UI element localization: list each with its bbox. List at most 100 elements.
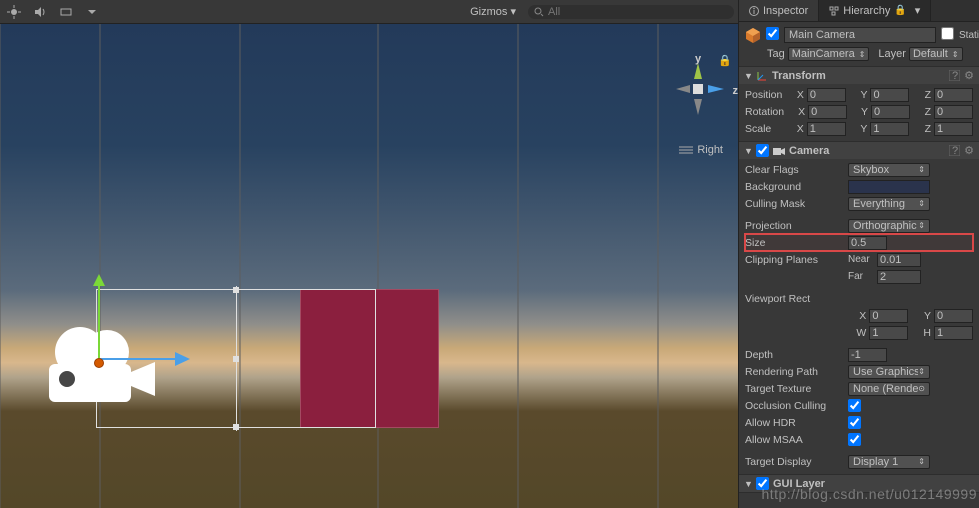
background-label: Background [745,181,845,193]
gameobject-icon[interactable] [745,27,761,43]
lock-icon[interactable]: 🔒 [718,54,732,67]
gameobject-name-input[interactable] [784,27,936,43]
gear-icon[interactable]: ⚙ [964,144,974,157]
gizmos-dropdown[interactable]: Gizmos ▾ [464,5,522,18]
guilayer-title: GUI Layer [773,478,974,490]
hdr-checkbox[interactable] [848,416,861,429]
layer-dropdown[interactable]: Default⇕ [909,47,963,61]
dropdown-arrow-icon[interactable] [82,3,102,21]
sky-background [0,24,738,508]
camera-enabled-checkbox[interactable] [756,144,769,157]
clippingplanes-label: Clipping Planes [745,254,845,266]
depth-label: Depth [745,349,845,361]
panel-menu-icon[interactable]: ▾ [915,4,921,17]
rot-x-input[interactable] [808,105,847,119]
rot-z-input[interactable] [934,105,973,119]
projection-mode-label[interactable]: Right [679,144,723,156]
targettex-label: Target Texture [745,383,845,395]
cullingmask-label: Culling Mask [745,198,845,210]
gameobject-header: Static ▾ Tag MainCamera⇕ Layer Default⇕ [739,22,979,67]
targettex-field[interactable]: None (Render Texture)⊙ [848,382,930,396]
projection-dropdown[interactable]: Orthographic⇕ [848,219,930,233]
scale-label: Scale [745,123,782,135]
scene-search[interactable] [528,5,734,19]
tag-label: Tag [745,48,785,60]
transform-component: ▼ Transform ? ⚙ Position X Y Z Rotation … [739,67,979,142]
static-checkbox[interactable] [941,27,954,43]
clearflags-dropdown[interactable]: Skybox⇕ [848,163,930,177]
far-input[interactable] [877,270,921,284]
tag-dropdown[interactable]: MainCamera⇕ [788,47,870,61]
transform-title: Transform [772,70,945,82]
gear-icon[interactable]: ⚙ [964,69,974,82]
msaa-checkbox[interactable] [848,433,861,446]
info-icon [749,6,759,16]
static-label: Static [959,30,979,41]
viewport-label: Viewport Rect [745,293,845,305]
background-color-field[interactable] [848,180,930,194]
hierarchy-icon [829,6,839,16]
audio-icon[interactable] [30,3,50,21]
viewport-y-input[interactable] [934,309,973,323]
camera-component: ▼ Camera ? ⚙ Clear Flags Skybox⇕ Backgro… [739,142,979,475]
rot-y-input[interactable] [871,105,910,119]
size-row: Size [745,234,973,251]
transform-icon [756,70,768,82]
size-label: Size [745,237,845,249]
help-icon[interactable]: ? [949,70,960,81]
tab-inspector[interactable]: Inspector [739,0,819,21]
pos-y-input[interactable] [870,88,909,102]
fold-icon[interactable]: ▼ [744,146,752,156]
ortho-icon [679,145,693,155]
search-input[interactable] [548,6,728,18]
pos-x-input[interactable] [807,88,846,102]
scl-z-input[interactable] [934,122,973,136]
tab-hierarchy[interactable]: Hierarchy 🔒 ▾ [819,0,931,21]
pivot-point[interactable] [94,358,104,368]
layer-label: Layer [878,48,906,60]
gizmos-label: Gizmos [470,6,507,18]
light-icon[interactable] [4,3,24,21]
chevron-down-icon: ▾ [510,6,516,18]
svg-text:?: ? [952,70,958,81]
viewport-x-input[interactable] [869,309,908,323]
fold-icon[interactable]: ▼ [744,479,752,489]
fold-icon[interactable]: ▼ [744,71,752,81]
scl-y-input[interactable] [870,122,909,136]
occlusion-checkbox[interactable] [848,399,861,412]
targetdisplay-label: Target Display [745,456,845,468]
compass-y-label: y [695,53,701,65]
search-icon [534,7,544,17]
cullingmask-dropdown[interactable]: Everything⇕ [848,197,930,211]
active-checkbox[interactable] [766,27,779,43]
x-axis-gizmo[interactable] [100,350,190,368]
msaa-label: Allow MSAA [745,434,845,446]
far-label: Far [848,271,874,282]
projection-label: Projection [745,220,845,232]
scl-x-input[interactable] [807,122,846,136]
viewport-h-input[interactable] [934,326,973,340]
size-input[interactable] [848,236,887,250]
near-label: Near [848,254,874,265]
guilayer-enabled-checkbox[interactable] [756,477,769,490]
panel-lock-icon[interactable]: 🔒 [894,5,906,16]
viewport-w-input[interactable] [869,326,908,340]
orientation-compass[interactable]: 🔒 y z [668,59,728,122]
camera-title: Camera [789,145,945,157]
hdr-label: Allow HDR [745,417,845,429]
pos-z-input[interactable] [934,88,973,102]
svg-text:?: ? [952,145,958,156]
tab-hierarchy-label: Hierarchy [843,5,890,17]
rotation-label: Rotation [745,106,784,118]
depth-input[interactable] [848,348,887,362]
layer-value: Default [913,48,948,60]
tab-inspector-label: Inspector [763,5,808,17]
projection-mode-text: Right [697,144,723,156]
fx-icon[interactable] [56,3,76,21]
targetdisplay-dropdown[interactable]: Display 1⇕ [848,455,930,469]
scene-canvas[interactable]: 🔒 y z Right [0,24,738,508]
occlusion-label: Occlusion Culling [745,400,845,412]
help-icon[interactable]: ? [949,145,960,156]
rendpath-dropdown[interactable]: Use Graphics Settings⇕ [848,365,930,379]
near-input[interactable] [877,253,921,267]
